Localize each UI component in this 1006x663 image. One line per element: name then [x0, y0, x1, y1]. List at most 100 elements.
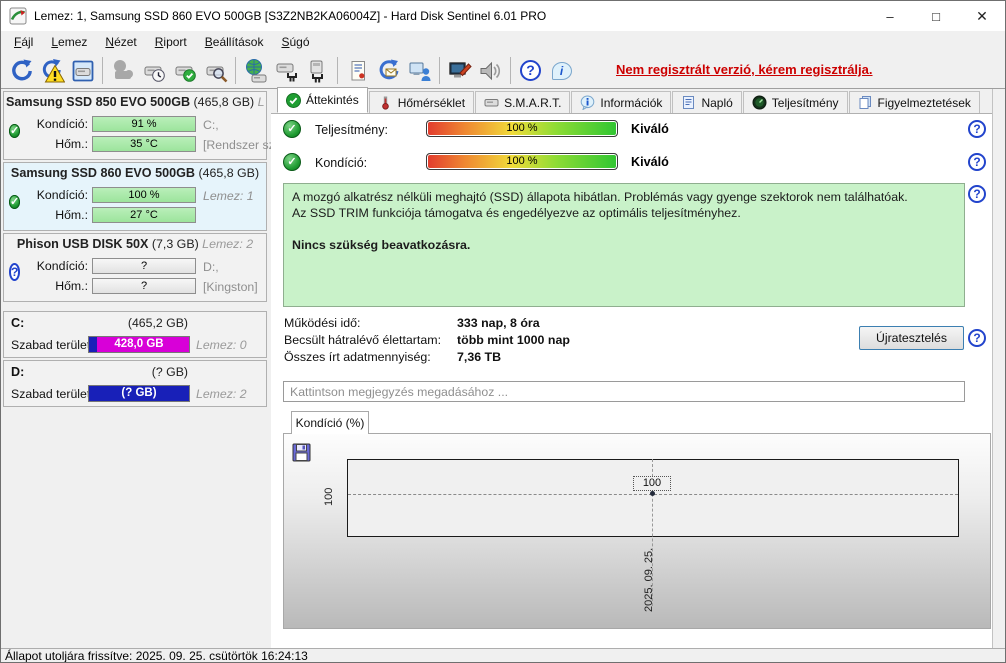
gauge-icon: [752, 95, 767, 110]
hard-disk-sentinel-window: Lemez: 1, Samsung SSD 860 EVO 500GB [S3Z…: [0, 0, 1006, 663]
status-line: A mozgó alkatrész nélküli meghajtó (SSD)…: [292, 190, 908, 204]
status-action-line: Nincs szükség beavatkozásra.: [292, 237, 471, 252]
chart-tab-condition[interactable]: Kondíció (%): [291, 411, 369, 434]
disk-title: Samsung SSD 850 EVO 500GB (465,8 GB) Le: [6, 95, 264, 109]
performance-rating: Kiváló: [631, 122, 669, 136]
partition-item-d[interactable]: D: (? GB) Szabad terület (? GB) Lemez: 2: [3, 360, 267, 407]
performance-gauge: 100 %: [426, 120, 618, 137]
condition-meter: ?: [92, 258, 196, 274]
tab-information[interactable]: Információk: [571, 91, 672, 113]
close-button[interactable]: ✕: [959, 1, 1005, 31]
stat-row: Működési idő: 333 nap, 8 óra: [284, 316, 540, 330]
tab-performance[interactable]: Teljesítmény: [742, 91, 848, 113]
thermometer-icon: [378, 95, 393, 110]
temperature-label: Hőm.:: [55, 279, 88, 293]
disk-sidebar: Samsung SSD 850 EVO 500GB (465,8 GB) Le …: [3, 89, 282, 648]
tab-warnings[interactable]: Figyelmeztetések: [848, 91, 980, 113]
condition-rating: Kiváló: [631, 155, 669, 169]
chart-plot-area: [347, 459, 959, 537]
status-line: Az SSD TRIM funkciója támogatva és enged…: [292, 206, 741, 221]
check-circle-icon: [286, 92, 301, 108]
toolbar-separator: [439, 57, 440, 84]
disk-extra: [Kingston]: [203, 280, 258, 294]
disk-search-icon[interactable]: [200, 56, 231, 86]
menu-help[interactable]: Súgó: [272, 32, 318, 52]
condition-ok-icon: ✓: [283, 153, 301, 171]
temperature-label: Hőm.:: [55, 137, 88, 151]
disk-title: Phison USB DISK 50X (7,3 GB) Lemez: 2: [16, 237, 254, 251]
partition-letter: D:: [11, 365, 25, 379]
partition-disk-number: Lemez: 0: [196, 338, 247, 352]
save-chart-icon[interactable]: [290, 441, 312, 463]
disk-extra: [Rendszer szá: [203, 138, 282, 152]
disk-connect-icon[interactable]: [271, 56, 302, 86]
data-point-label: 100: [633, 476, 671, 491]
help-icon[interactable]: ?: [968, 120, 986, 138]
disk-item-1-selected[interactable]: Samsung SSD 860 EVO 500GB (465,8 GB) ✓ K…: [3, 162, 267, 231]
temperature-meter: 35 °C: [92, 136, 196, 152]
retest-button[interactable]: Újratesztelés: [859, 326, 964, 350]
minimize-button[interactable]: –: [867, 1, 913, 31]
help-icon[interactable]: ?: [968, 153, 986, 171]
registration-link[interactable]: Nem regisztrált verzió, kérem regisztrál…: [616, 62, 873, 77]
toolbar-separator: [102, 57, 103, 84]
help-icon[interactable]: ?: [968, 329, 986, 347]
menu-bar: Fájl Lemez Nézet Riport Beállítások Súgó: [1, 31, 1005, 53]
info-icon[interactable]: i: [546, 56, 577, 86]
drive-letters: D:,: [203, 260, 219, 274]
sound-icon[interactable]: [475, 56, 506, 86]
toolbar-separator: [337, 57, 338, 84]
disk-icon: [484, 95, 499, 110]
tab-smart[interactable]: S.M.A.R.T.: [475, 91, 571, 113]
send-report-icon[interactable]: [373, 56, 404, 86]
condition-meter: 100 %: [92, 187, 196, 203]
tab-bar: Áttekintés Hőmérséklet S.M.A.R.T. Inform…: [271, 87, 992, 114]
partition-letter: C:: [11, 316, 25, 330]
disk-test-ok-icon[interactable]: [169, 56, 200, 86]
tab-overview[interactable]: Áttekintés: [277, 87, 368, 113]
partition-item-c[interactable]: C: (465,2 GB) Szabad terület 428,0 GB Le…: [3, 311, 267, 358]
title-bar: Lemez: 1, Samsung SSD 860 EVO 500GB [S3Z…: [1, 1, 1005, 31]
tab-log[interactable]: Napló: [672, 91, 742, 113]
menu-view[interactable]: Nézet: [96, 32, 145, 52]
tab-temperature[interactable]: Hőmérséklet: [368, 91, 475, 113]
network-disk-icon[interactable]: [240, 56, 271, 86]
condition-label: Kondíció:: [36, 259, 88, 273]
temperature-meter: ?: [92, 278, 196, 294]
disk-clock-icon[interactable]: [138, 56, 169, 86]
report-icon[interactable]: [342, 56, 373, 86]
disk-item-2[interactable]: Phison USB DISK 50X (7,3 GB) Lemez: 2 ? …: [3, 233, 267, 302]
menu-file[interactable]: Fájl: [5, 32, 42, 52]
maximize-button[interactable]: □: [913, 1, 959, 31]
info-icon: [580, 95, 595, 111]
comment-input[interactable]: [283, 381, 965, 402]
disk-window-icon[interactable]: [67, 56, 98, 86]
drive-letters: C:,: [203, 118, 219, 132]
free-space-bar: (? GB): [88, 385, 190, 402]
refresh-icon[interactable]: [5, 56, 36, 86]
condition-history-chart: 100 100 2025. 09. 25.: [283, 433, 991, 629]
app-logo-icon: [9, 7, 27, 25]
menu-report[interactable]: Riport: [146, 32, 196, 52]
free-space-label: Szabad terület: [11, 338, 91, 352]
monitor-config-icon[interactable]: [444, 56, 475, 86]
refresh-alert-icon[interactable]: [36, 56, 67, 86]
free-space-label: Szabad terület: [11, 387, 91, 401]
help-icon[interactable]: ?: [968, 185, 986, 203]
condition-label: Kondíció:: [315, 156, 368, 170]
menu-disk[interactable]: Lemez: [42, 32, 96, 52]
partition-size: (? GB): [151, 365, 188, 379]
menu-settings[interactable]: Beállítások: [196, 32, 273, 52]
help-icon[interactable]: ?: [515, 56, 546, 86]
health-status-text: A mozgó alkatrész nélküli meghajtó (SSD)…: [283, 183, 965, 307]
status-unknown-icon: ?: [9, 263, 21, 281]
status-bar: Állapot utoljára frissítve: 2025. 09. 25…: [1, 648, 1005, 662]
condition-label: Kondíció:: [36, 117, 88, 131]
free-space-bar: 428,0 GB: [88, 336, 190, 353]
remote-monitor-icon[interactable]: [404, 56, 435, 86]
x-axis-tick: 2025. 09. 25.: [643, 547, 655, 612]
disk-item-0[interactable]: Samsung SSD 850 EVO 500GB (465,8 GB) Le …: [3, 91, 282, 160]
performance-ok-icon: ✓: [283, 120, 301, 138]
temperature-meter: 27 °C: [92, 207, 196, 223]
disk-usb-icon[interactable]: [302, 56, 333, 86]
